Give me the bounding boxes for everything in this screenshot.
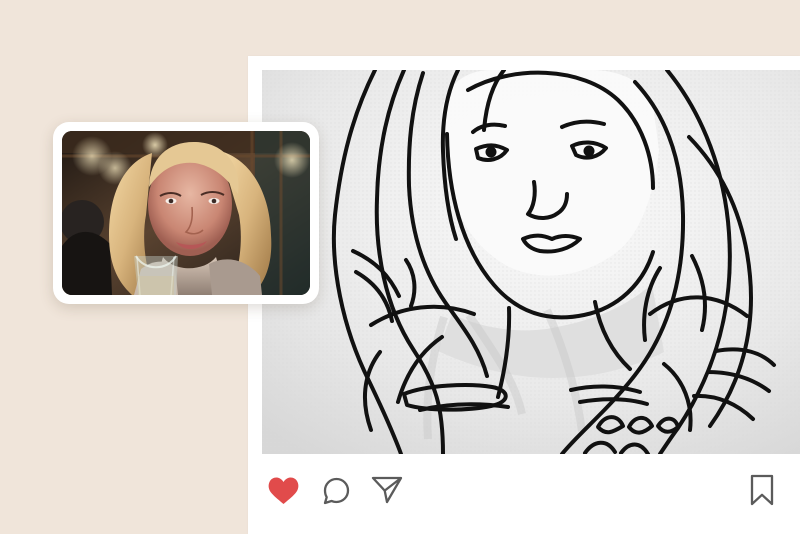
reference-photo-card — [53, 122, 319, 304]
app-canvas — [0, 0, 800, 534]
line-art-portrait-icon — [262, 70, 800, 454]
bookmark-icon — [750, 474, 774, 506]
post-image[interactable] — [262, 70, 800, 454]
portrait-photo-icon — [62, 131, 310, 295]
like-button[interactable] — [265, 472, 301, 508]
send-icon — [371, 476, 403, 504]
post-actions — [248, 454, 800, 534]
share-button[interactable] — [369, 472, 405, 508]
comment-icon — [323, 477, 349, 504]
portrait-photo-thumbnail[interactable] — [62, 131, 310, 295]
heart-icon — [268, 476, 298, 504]
social-post-card — [248, 56, 800, 534]
save-button[interactable] — [744, 472, 780, 508]
comment-button[interactable] — [318, 472, 354, 508]
